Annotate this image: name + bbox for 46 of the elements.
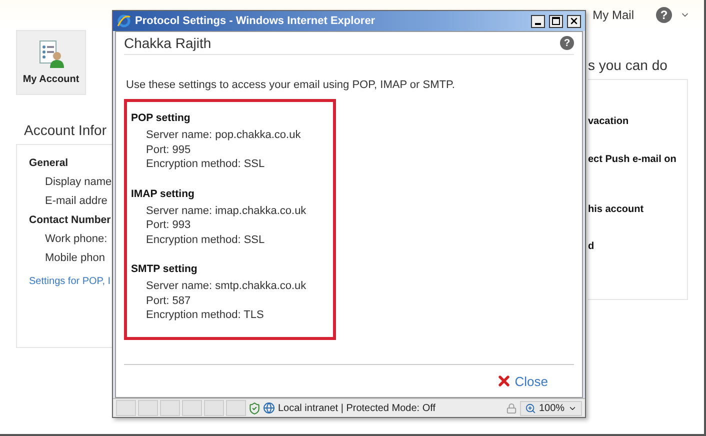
my-mail-link[interactable]: My Mail (592, 8, 634, 22)
setting-line: Server name: imap.chakka.co.uk (146, 204, 308, 218)
shield-icon (248, 402, 261, 414)
zoom-button[interactable]: 100% (520, 400, 582, 416)
setting-title: SMTP setting (131, 263, 198, 275)
setting-line: Server name: pop.chakka.co.uk (146, 128, 302, 142)
setting-line: Encryption method: SSL (146, 232, 266, 247)
close-icon (569, 16, 579, 26)
zoom-icon (525, 402, 536, 414)
dialog-heading: Chakka Rajith (124, 35, 212, 51)
minimize-button[interactable] (531, 14, 545, 28)
field-label: Mobile phon (45, 252, 106, 264)
section-heading: Contact Number (29, 214, 112, 226)
panel-title: Account Infor (24, 122, 108, 138)
maximize-icon (552, 17, 560, 25)
my-account-tile[interactable]: My Account (16, 30, 86, 95)
close-icon (496, 373, 512, 389)
browser-icon (117, 14, 131, 28)
help-icon[interactable]: ? (656, 7, 672, 23)
panel-title: s you can do (588, 57, 668, 73)
account-icon (38, 40, 64, 68)
close-button[interactable] (567, 14, 581, 28)
setting-line: Port: 993 (146, 218, 192, 232)
globe-icon (263, 402, 275, 414)
action-link[interactable]: d (588, 241, 594, 252)
setting-title: POP setting (131, 112, 192, 124)
setting-line: Encryption method: SSL (146, 157, 266, 172)
field-label: Display name (45, 176, 112, 188)
help-icon[interactable]: ? (560, 36, 574, 50)
settings-link[interactable]: Settings for POP, I (29, 276, 111, 287)
setting-line: Port: 587 (146, 294, 192, 308)
setting-line: Port: 995 (146, 142, 192, 157)
close-link[interactable]: Close (496, 373, 548, 389)
action-link[interactable]: vacation (588, 116, 629, 127)
field-label: E-mail addre (45, 195, 108, 207)
action-link[interactable]: ect Push e-mail on (588, 154, 676, 165)
action-link[interactable]: his account (588, 204, 644, 215)
setting-line: Encryption method: TLS (146, 308, 265, 322)
intro-text: Use these settings to access your email using POP, IMAP or SMTP. (126, 79, 456, 91)
window-title: Protocol Settings - Windows Internet Explorer (135, 15, 376, 27)
maximize-button[interactable] (549, 14, 563, 28)
field-label: Work phone: (45, 233, 108, 245)
section-heading: General (29, 157, 70, 169)
zone-text: Local intranet | Protected Mode: Off (263, 402, 468, 414)
setting-title: IMAP setting (131, 188, 196, 200)
setting-line: Server name: smtp.chakka.co.uk (146, 279, 308, 294)
